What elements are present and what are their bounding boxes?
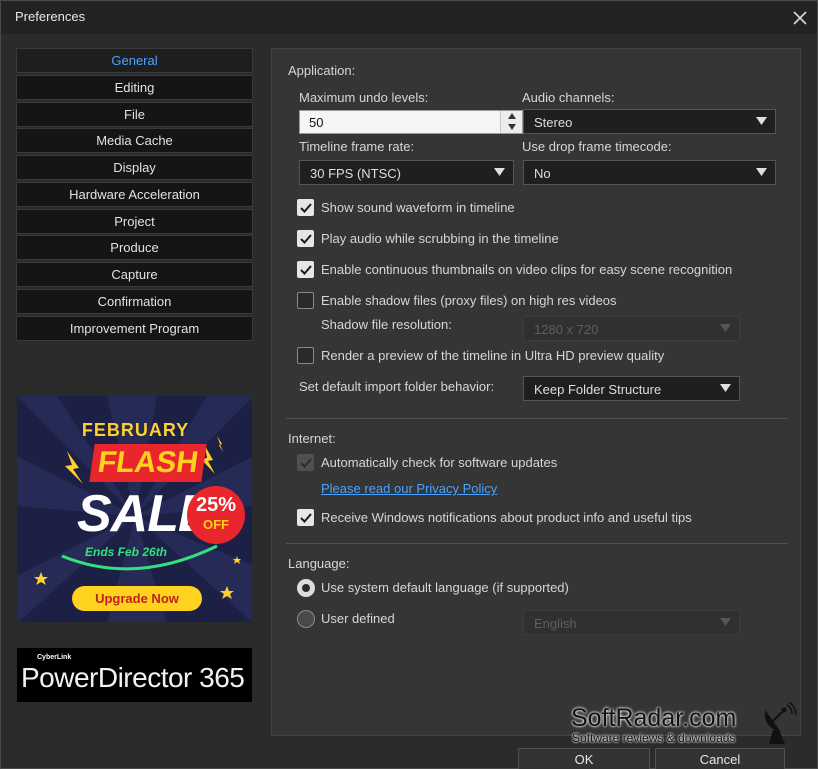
nav-item-display[interactable]: Display bbox=[16, 155, 253, 180]
general-settings-panel: Application: Maximum undo levels: 50 Aud… bbox=[271, 48, 801, 736]
frame-rate-label: Timeline frame rate: bbox=[299, 139, 415, 154]
language-value: English bbox=[534, 616, 577, 631]
chevron-down-icon bbox=[756, 168, 767, 176]
promo-end-date: Ends Feb 26th bbox=[85, 545, 168, 559]
scrub-audio-checkbox[interactable] bbox=[297, 230, 314, 247]
checkmark-icon bbox=[300, 458, 312, 468]
promo-discount-badge: 25% OFF bbox=[187, 486, 245, 544]
notifications-checkbox[interactable] bbox=[297, 509, 314, 526]
nav-item-editing[interactable]: Editing bbox=[16, 74, 253, 100]
user-defined-label: User defined bbox=[321, 611, 395, 626]
chevron-down-icon bbox=[720, 618, 731, 626]
system-language-label: Use system default language (if supporte… bbox=[321, 580, 569, 595]
application-section-title: Application: bbox=[288, 63, 356, 78]
drop-frame-dropdown[interactable]: No bbox=[523, 160, 776, 185]
ok-button[interactable]: OK bbox=[518, 748, 650, 769]
nav-item-file[interactable]: File bbox=[16, 101, 253, 127]
watermark: SoftRadar.com Software reviews & downloa… bbox=[569, 702, 809, 748]
thumbnails-checkbox[interactable] bbox=[297, 261, 314, 278]
divider bbox=[286, 543, 788, 544]
promo-month: FEBRUARY bbox=[81, 420, 190, 440]
shadow-resolution-value: 1280 x 720 bbox=[534, 322, 599, 337]
spin-up-button[interactable] bbox=[501, 111, 522, 122]
privacy-policy-link[interactable]: Please read our Privacy Policy bbox=[321, 481, 497, 496]
title-bar: Preferences bbox=[1, 1, 817, 34]
chevron-down-icon bbox=[720, 384, 731, 392]
triangle-up-icon bbox=[507, 113, 516, 119]
checkmark-icon bbox=[300, 513, 312, 523]
shadow-resolution-label: Shadow file resolution: bbox=[321, 317, 452, 332]
uhd-preview-checkbox[interactable] bbox=[297, 347, 314, 364]
category-nav: General Editing File Media Cache Display… bbox=[16, 48, 253, 342]
checkmark-icon bbox=[300, 203, 312, 213]
undo-levels-spinbox[interactable]: 50 bbox=[299, 110, 523, 134]
waveform-label: Show sound waveform in timeline bbox=[321, 200, 515, 215]
nav-item-general[interactable]: General bbox=[16, 48, 253, 73]
audio-channels-value: Stereo bbox=[534, 115, 573, 130]
chevron-down-icon bbox=[494, 168, 505, 176]
chevron-down-icon bbox=[756, 117, 767, 125]
undo-levels-value: 50 bbox=[309, 115, 324, 130]
brand-name: CyberLink bbox=[37, 654, 72, 661]
close-icon bbox=[793, 11, 807, 25]
audio-channels-label: Audio channels: bbox=[522, 90, 615, 105]
user-defined-radio[interactable] bbox=[297, 610, 315, 628]
language-section-title: Language: bbox=[288, 556, 350, 571]
nav-item-confirmation[interactable]: Confirmation bbox=[16, 288, 253, 314]
spin-buttons bbox=[500, 111, 522, 133]
triangle-down-icon bbox=[507, 124, 516, 130]
uhd-preview-label: Render a preview of the timeline in Ultr… bbox=[321, 348, 665, 363]
auto-update-checkbox bbox=[297, 454, 314, 471]
upgrade-now-button[interactable]: Upgrade Now bbox=[72, 586, 202, 611]
watermark-title: SoftRadar.com bbox=[571, 704, 737, 732]
scrub-audio-label: Play audio while scrubbing in the timeli… bbox=[321, 231, 559, 246]
shadow-files-checkbox[interactable] bbox=[297, 292, 314, 309]
nav-item-project[interactable]: Project bbox=[16, 208, 253, 234]
promo-percent: 25% bbox=[195, 494, 237, 516]
watermark-subtitle: Software reviews & downloads bbox=[572, 731, 736, 745]
promo-off: OFF bbox=[203, 517, 229, 532]
window-title: Preferences bbox=[15, 9, 86, 24]
shadow-files-label: Enable shadow files (proxy files) on hig… bbox=[321, 293, 617, 308]
drop-frame-label: Use drop frame timecode: bbox=[522, 139, 672, 154]
chevron-down-icon bbox=[720, 324, 731, 332]
nav-item-produce[interactable]: Produce bbox=[16, 235, 253, 261]
nav-item-media-cache[interactable]: Media Cache bbox=[16, 128, 253, 154]
spin-down-button[interactable] bbox=[501, 122, 522, 133]
internet-section-title: Internet: bbox=[288, 431, 336, 446]
product-name: PowerDirector 365 bbox=[21, 662, 245, 693]
shadow-resolution-dropdown[interactable]: 1280 x 720 bbox=[523, 316, 740, 341]
drop-frame-value: No bbox=[534, 166, 551, 181]
frame-rate-dropdown[interactable]: 30 FPS (NTSC) bbox=[299, 160, 514, 185]
import-folder-dropdown[interactable]: Keep Folder Structure bbox=[523, 376, 740, 401]
nav-item-capture[interactable]: Capture bbox=[16, 262, 253, 287]
checkmark-icon bbox=[300, 234, 312, 244]
satellite-dish-icon bbox=[764, 702, 797, 744]
import-folder-label: Set default import folder behavior: bbox=[299, 379, 495, 394]
checkmark-icon bbox=[300, 265, 312, 275]
nav-item-improvement-program[interactable]: Improvement Program bbox=[16, 315, 253, 341]
product-logo: CyberLink PowerDirector 365 bbox=[16, 647, 253, 703]
promo-banner[interactable]: FEBRUARY FLASH SALE 25% OFF Ends Feb 26t… bbox=[16, 395, 253, 623]
preferences-window: Preferences General Editing File Media C… bbox=[0, 0, 818, 769]
notifications-label: Receive Windows notifications about prod… bbox=[321, 510, 692, 525]
nav-item-hardware-acceleration[interactable]: Hardware Acceleration bbox=[16, 181, 253, 207]
divider bbox=[286, 418, 788, 419]
frame-rate-value: 30 FPS (NTSC) bbox=[310, 166, 402, 181]
promo-flash: FLASH bbox=[89, 444, 207, 482]
cancel-button[interactable]: Cancel bbox=[655, 748, 785, 769]
auto-update-label: Automatically check for software updates bbox=[321, 455, 558, 470]
import-folder-value: Keep Folder Structure bbox=[534, 382, 662, 397]
language-dropdown[interactable]: English bbox=[523, 610, 740, 635]
close-button[interactable] bbox=[789, 7, 811, 29]
undo-levels-label: Maximum undo levels: bbox=[299, 90, 429, 105]
waveform-checkbox[interactable] bbox=[297, 199, 314, 216]
audio-channels-dropdown[interactable]: Stereo bbox=[523, 109, 776, 134]
system-language-radio[interactable] bbox=[297, 579, 315, 597]
thumbnails-label: Enable continuous thumbnails on video cl… bbox=[321, 262, 733, 277]
